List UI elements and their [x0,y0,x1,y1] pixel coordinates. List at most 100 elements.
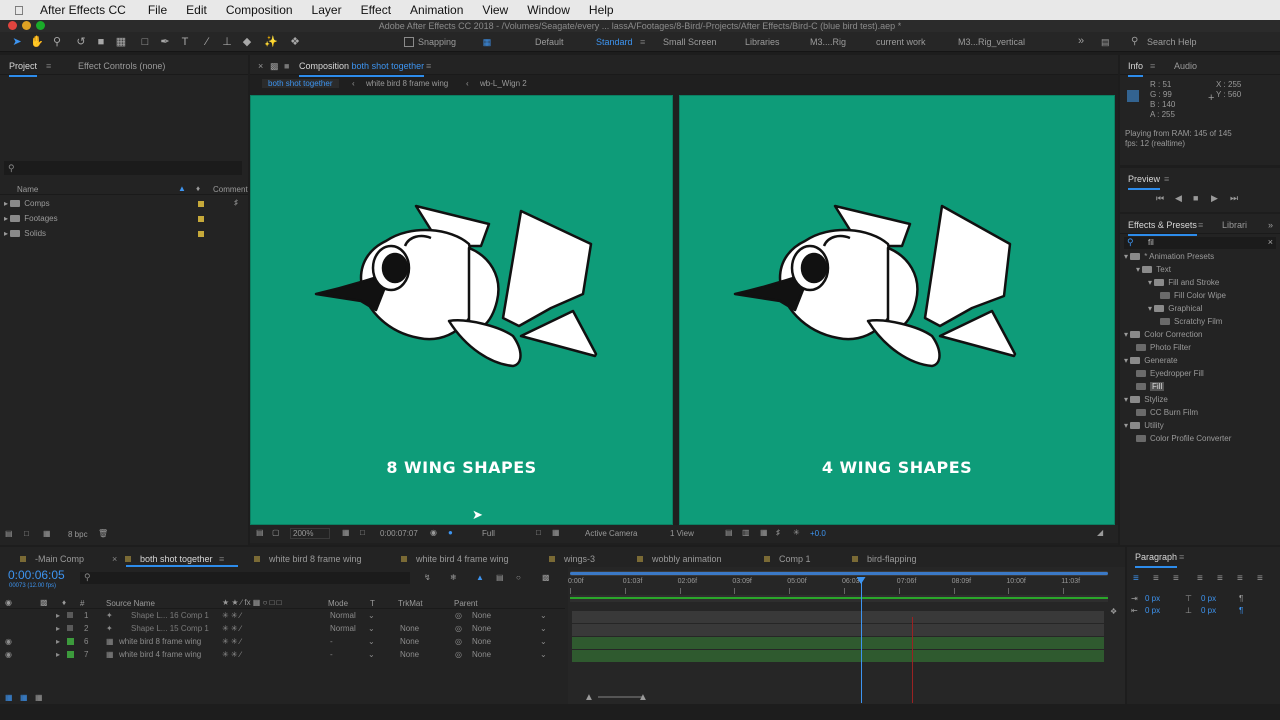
comp-view-right[interactable]: 4 WING SHAPES [679,95,1115,525]
mask-visibility-icon[interactable]: □ [360,528,365,537]
menu-help[interactable]: Help [589,3,614,17]
snapping-checkbox[interactable] [404,37,414,47]
pick-whip-icon[interactable]: ◎ [455,611,462,620]
column-source-name[interactable]: Source Name [106,599,155,608]
label-color-chip[interactable] [67,638,74,645]
toggle-stretch-icon[interactable]: ▦ [35,693,43,702]
layer-row[interactable]: ◉ ▸ 6 ▦ white bird 8 frame wing ✳ ✳ ∕ - ⌄ None ◎ N… [0,635,565,648]
stop-icon[interactable]: ■ [1193,193,1198,203]
layer-mode-dropdown[interactable]: Normal [330,624,356,633]
menu-window[interactable]: Window [527,3,570,17]
workspace-m3-rig[interactable]: M3....Rig [810,37,846,47]
region-of-interest-icon[interactable]: □ [536,528,541,537]
menu-animation[interactable]: Animation [410,3,463,17]
column-t[interactable]: T [370,599,375,608]
tab-composition[interactable]: Composition both shot together [299,61,425,77]
info-menu-icon[interactable]: ≡ [1150,61,1155,71]
pick-whip-icon[interactable]: ◎ [455,650,462,659]
column-parent[interactable]: Parent [454,599,478,608]
breadcrumb-white-bird-8[interactable]: white bird 8 frame wing [366,79,448,88]
tab-project[interactable]: Project [9,61,38,77]
tab-white-bird-4[interactable]: white bird 4 frame wing [401,554,509,564]
zoom-out-icon[interactable]: ▲ [584,692,594,703]
more-workspaces-icon[interactable]: » [1078,35,1084,47]
bit-depth-button[interactable]: 8 bpc [68,530,88,539]
toggle-pixel-aspect-icon[interactable]: ▤ [725,528,733,537]
motion-blur-icon[interactable]: ○ [516,573,521,582]
layer-parent-dropdown[interactable]: None [472,637,491,646]
effects-tree-item[interactable]: ▾ * Animation Presets [1124,252,1214,261]
workspace-small-screen[interactable]: Small Screen [663,37,717,47]
next-frame-icon[interactable]: ▶ [1211,193,1218,204]
effects-tree-item[interactable]: CC Burn Film [1136,408,1198,417]
timeline-menu-icon[interactable]: ≡ [219,554,224,564]
expand-arrow-icon[interactable]: ▸ [56,650,60,659]
timeline-search-input[interactable]: ⚲ [80,572,410,584]
layer-trkmat-dropdown[interactable]: None [400,650,419,659]
show-channel-icon[interactable]: ● [448,528,453,537]
tab-paragraph[interactable]: Paragraph [1135,552,1178,568]
rectangle-tool-icon[interactable]: □ [138,35,152,49]
hand-tool-icon[interactable]: ✋ [30,35,44,49]
workspace-standard[interactable]: Standard [596,37,633,47]
rtl-text-icon[interactable]: ¶ [1239,606,1243,615]
new-folder-icon[interactable]: □ [24,529,29,538]
mode-dropdown-arrow-icon[interactable]: ⌄ [368,637,375,646]
indent-right-value[interactable]: 0 px [1145,606,1160,615]
layer-switches[interactable]: ✳ ✳ ∕ [222,650,241,659]
switches-icons[interactable]: ★ ★ ∕ fx ▦ ○ □ □ [222,598,282,607]
layer-switches[interactable]: ✳ ✳ ∕ [222,637,241,646]
tab-both-shot-together[interactable]: both shot together [125,554,213,564]
layer-trkmat-dropdown[interactable]: None [400,637,419,646]
tab-wobbly-animation[interactable]: wobbly animation [637,554,722,564]
effects-tree-item[interactable]: Color Profile Converter [1136,434,1231,443]
clone-stamp-tool-icon[interactable]: ⊥ [220,35,234,49]
layer-name[interactable]: Shape L... 15 Comp 1 [131,624,209,633]
roto-brush-tool-icon[interactable]: ✨ [264,35,278,49]
align-center-icon[interactable]: ≡ [1153,573,1159,584]
effects-tree-item[interactable]: Fill Color Wipe [1160,291,1226,300]
toggle-modes-icon[interactable]: ▦ [20,693,28,702]
menu-composition[interactable]: Composition [226,3,293,17]
label-column-icon[interactable]: ♦ [62,598,66,607]
lock-column-icon[interactable]: ▩ [40,598,48,607]
eraser-tool-icon[interactable]: ◆ [240,35,254,49]
effects-menu-icon[interactable]: ≡ [1198,220,1203,230]
label-column-icon[interactable]: ♦ [196,184,200,193]
expand-arrow-icon[interactable]: ▸ [4,199,8,208]
pick-whip-icon[interactable]: ◎ [455,624,462,633]
layer-row[interactable]: ▸ 1 ✦ Shape L... 16 Comp 1 ✳ ✳ ∕ Normal ⌄ ◎ None… [0,609,565,622]
camera-dropdown[interactable]: Active Camera [585,529,637,538]
justify-all-icon[interactable]: ≡ [1257,573,1263,584]
close-window-button[interactable] [8,21,17,30]
workspace-libraries[interactable]: Libraries [745,37,780,47]
layer-switches[interactable]: ✳ ✳ ∕ [222,611,241,620]
work-area-range[interactable] [570,572,1108,575]
shy-layers-icon[interactable]: ▲ [476,573,484,582]
tab-wings-3[interactable]: wings-3 [549,554,595,564]
exposure-reset-icon[interactable]: ✳ [793,528,800,537]
project-menu-icon[interactable]: ≡ [46,61,51,71]
layer-track-2[interactable] [572,624,1104,636]
workspace-m3-rig-vertical[interactable]: M3...Rig_vertical [958,37,1025,47]
workspace-default[interactable]: Default [535,37,564,47]
layer-name[interactable]: white bird 4 frame wing [119,650,201,659]
indent-left-value[interactable]: 0 px [1145,594,1160,603]
av-features-icon[interactable]: ◉ [5,598,12,607]
time-ruler[interactable]: 0:00f 01:03f 02:06f 03:09f 05:00f 06:03f 07:06… [568,577,1125,595]
project-item-solids[interactable]: ▸ Solids [4,229,46,238]
first-frame-icon[interactable]: ⏮ [1156,193,1164,204]
label-color-chip[interactable] [198,201,204,207]
menu-file[interactable]: File [148,3,167,17]
tab-comp-1[interactable]: Comp 1 [764,554,811,564]
effects-tree-item[interactable]: ▾ Text [1136,265,1171,274]
tab-bird-flapping[interactable]: bird-flapping [852,554,917,564]
graph-editor-icon[interactable]: ▩ [542,573,550,582]
previous-frame-icon[interactable]: ◀ [1175,193,1182,204]
effects-tree-item[interactable]: Fill [1136,382,1165,391]
resolution-dropdown[interactable]: Full [482,529,495,538]
current-time-display[interactable]: 0:00:07:07 [380,529,418,538]
parent-dropdown-arrow-icon[interactable]: ⌄ [540,624,547,633]
current-time-timecode[interactable]: 0:00:06:05 [8,568,65,582]
mode-dropdown-arrow-icon[interactable]: ⌄ [368,650,375,659]
